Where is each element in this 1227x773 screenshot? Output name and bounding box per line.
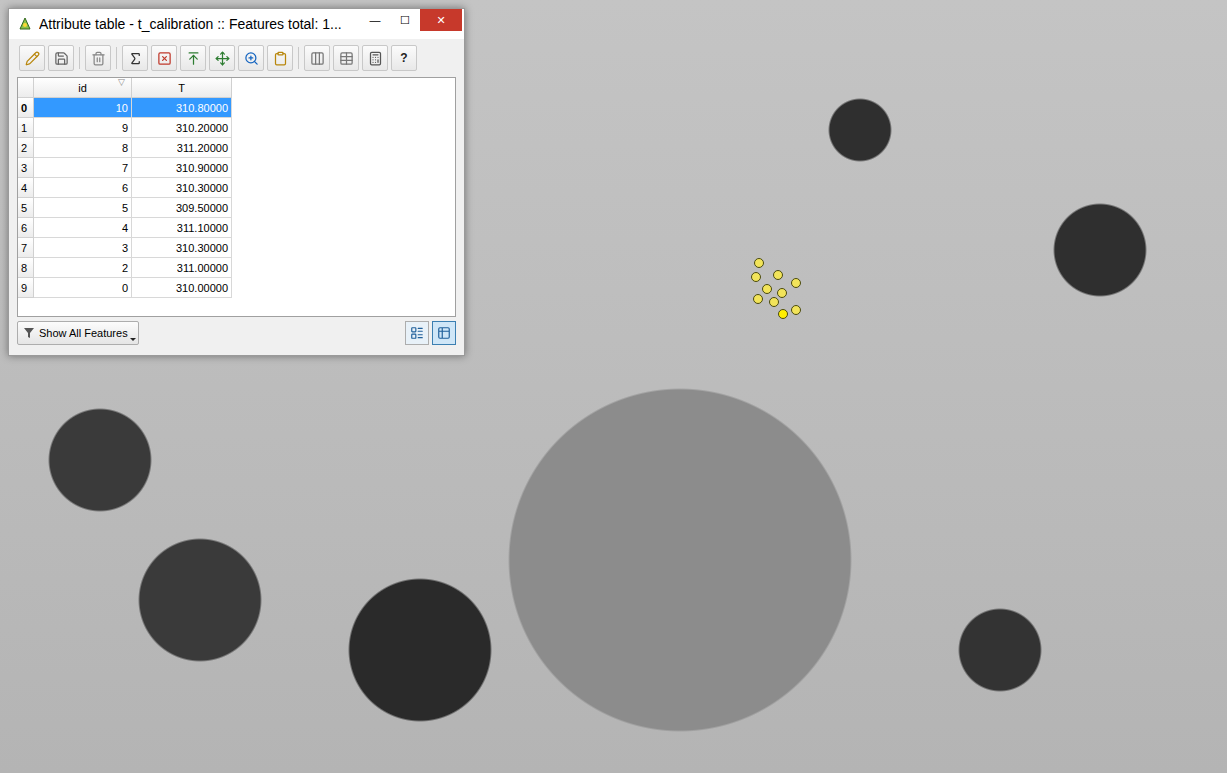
move-to-top-icon: [186, 51, 201, 66]
tool-button[interactable]: [122, 45, 148, 71]
toggle-edit-icon: [25, 51, 40, 66]
attribute-table: id▽T010310.8000019310.2000028311.2000037…: [17, 77, 456, 317]
tool-button[interactable]: [209, 45, 235, 71]
map-point[interactable]: [754, 258, 764, 268]
table-corner[interactable]: [18, 78, 34, 98]
minimize-button[interactable]: —: [360, 9, 390, 31]
filter-button[interactable]: Show All Features: [17, 321, 139, 345]
map-point[interactable]: [751, 272, 761, 282]
row-header[interactable]: 7: [18, 238, 34, 258]
qgis-icon: [17, 16, 33, 32]
table-view-button[interactable]: [432, 321, 456, 345]
map-point[interactable]: [791, 278, 801, 288]
toolbar-separator: [79, 47, 80, 69]
table-cell[interactable]: 8: [34, 138, 132, 158]
save-icon: [54, 51, 69, 66]
row-header[interactable]: 4: [18, 178, 34, 198]
table-cell[interactable]: 9: [34, 118, 132, 138]
table-cell[interactable]: 0: [34, 278, 132, 298]
table-cell[interactable]: 309.50000: [132, 198, 232, 218]
delete-field-icon: [339, 51, 354, 66]
toolbar-separator: [116, 47, 117, 69]
table-cell[interactable]: 310.00000: [132, 278, 232, 298]
map-point[interactable]: [769, 297, 779, 307]
tool-button[interactable]: [19, 45, 45, 71]
new-field-icon: [310, 51, 325, 66]
table-cell[interactable]: 3: [34, 238, 132, 258]
tool-button[interactable]: [333, 45, 359, 71]
tool-button[interactable]: [238, 45, 264, 71]
attribute-table-window: Attribute table - t_calibration :: Featu…: [8, 8, 465, 356]
toolbar-separator: [298, 47, 299, 69]
delete-icon: [91, 51, 106, 66]
paste-icon: [273, 51, 288, 66]
desktop: Attribute table - t_calibration :: Featu…: [0, 0, 1227, 773]
map-point[interactable]: [762, 284, 772, 294]
form-view-button[interactable]: [405, 321, 429, 345]
map-point[interactable]: [773, 270, 783, 280]
table-cell[interactable]: 311.20000: [132, 138, 232, 158]
table-cell[interactable]: 310.30000: [132, 238, 232, 258]
map-point[interactable]: [777, 288, 787, 298]
table-cell[interactable]: 311.00000: [132, 258, 232, 278]
window-title: Attribute table - t_calibration :: Featu…: [39, 16, 360, 32]
filter-icon: [23, 327, 35, 339]
column-header[interactable]: id▽: [34, 78, 132, 98]
help-button[interactable]: ?: [391, 45, 417, 71]
table-view-icon: [437, 326, 451, 340]
table-cell[interactable]: 7: [34, 158, 132, 178]
expression-select-icon: [128, 51, 143, 66]
row-header[interactable]: 1: [18, 118, 34, 138]
table-cell[interactable]: 6: [34, 178, 132, 198]
form-view-icon: [410, 326, 424, 340]
table-cell[interactable]: 5: [34, 198, 132, 218]
table-cell[interactable]: 10: [34, 98, 132, 118]
view-mode-group: [405, 321, 456, 345]
field-calculator-icon: [368, 51, 383, 66]
deselect-icon: [157, 51, 172, 66]
toolbar: ?: [9, 39, 464, 75]
table-cell[interactable]: 310.20000: [132, 118, 232, 138]
row-header[interactable]: 2: [18, 138, 34, 158]
tool-button[interactable]: [180, 45, 206, 71]
row-header[interactable]: 3: [18, 158, 34, 178]
table-cell[interactable]: 2: [34, 258, 132, 278]
footer: Show All Features: [9, 317, 464, 349]
title-bar: Attribute table - t_calibration :: Featu…: [9, 9, 464, 39]
tool-button[interactable]: [362, 45, 388, 71]
pan-to-selection-icon: [215, 51, 230, 66]
table-cell[interactable]: 311.10000: [132, 218, 232, 238]
map-point[interactable]: [791, 305, 801, 315]
close-button[interactable]: ✕: [420, 9, 462, 31]
zoom-to-selection-icon: [244, 51, 259, 66]
sort-indicator: ▽: [118, 77, 125, 87]
tool-button[interactable]: [85, 45, 111, 71]
tool-button[interactable]: [304, 45, 330, 71]
map-point[interactable]: [778, 309, 788, 319]
row-header[interactable]: 8: [18, 258, 34, 278]
table-cell[interactable]: 4: [34, 218, 132, 238]
table-cell[interactable]: 310.80000: [132, 98, 232, 118]
table-cell[interactable]: 310.30000: [132, 178, 232, 198]
row-header[interactable]: 6: [18, 218, 34, 238]
row-header[interactable]: 0: [18, 98, 34, 118]
tool-button[interactable]: [151, 45, 177, 71]
tool-button[interactable]: [267, 45, 293, 71]
column-header[interactable]: T: [132, 78, 232, 98]
dropdown-arrow-icon: [130, 338, 136, 341]
tool-button[interactable]: [48, 45, 74, 71]
row-header[interactable]: 5: [18, 198, 34, 218]
maximize-button[interactable]: ☐: [390, 9, 420, 31]
table-cell[interactable]: 310.90000: [132, 158, 232, 178]
map-point[interactable]: [753, 294, 763, 304]
row-header[interactable]: 9: [18, 278, 34, 298]
